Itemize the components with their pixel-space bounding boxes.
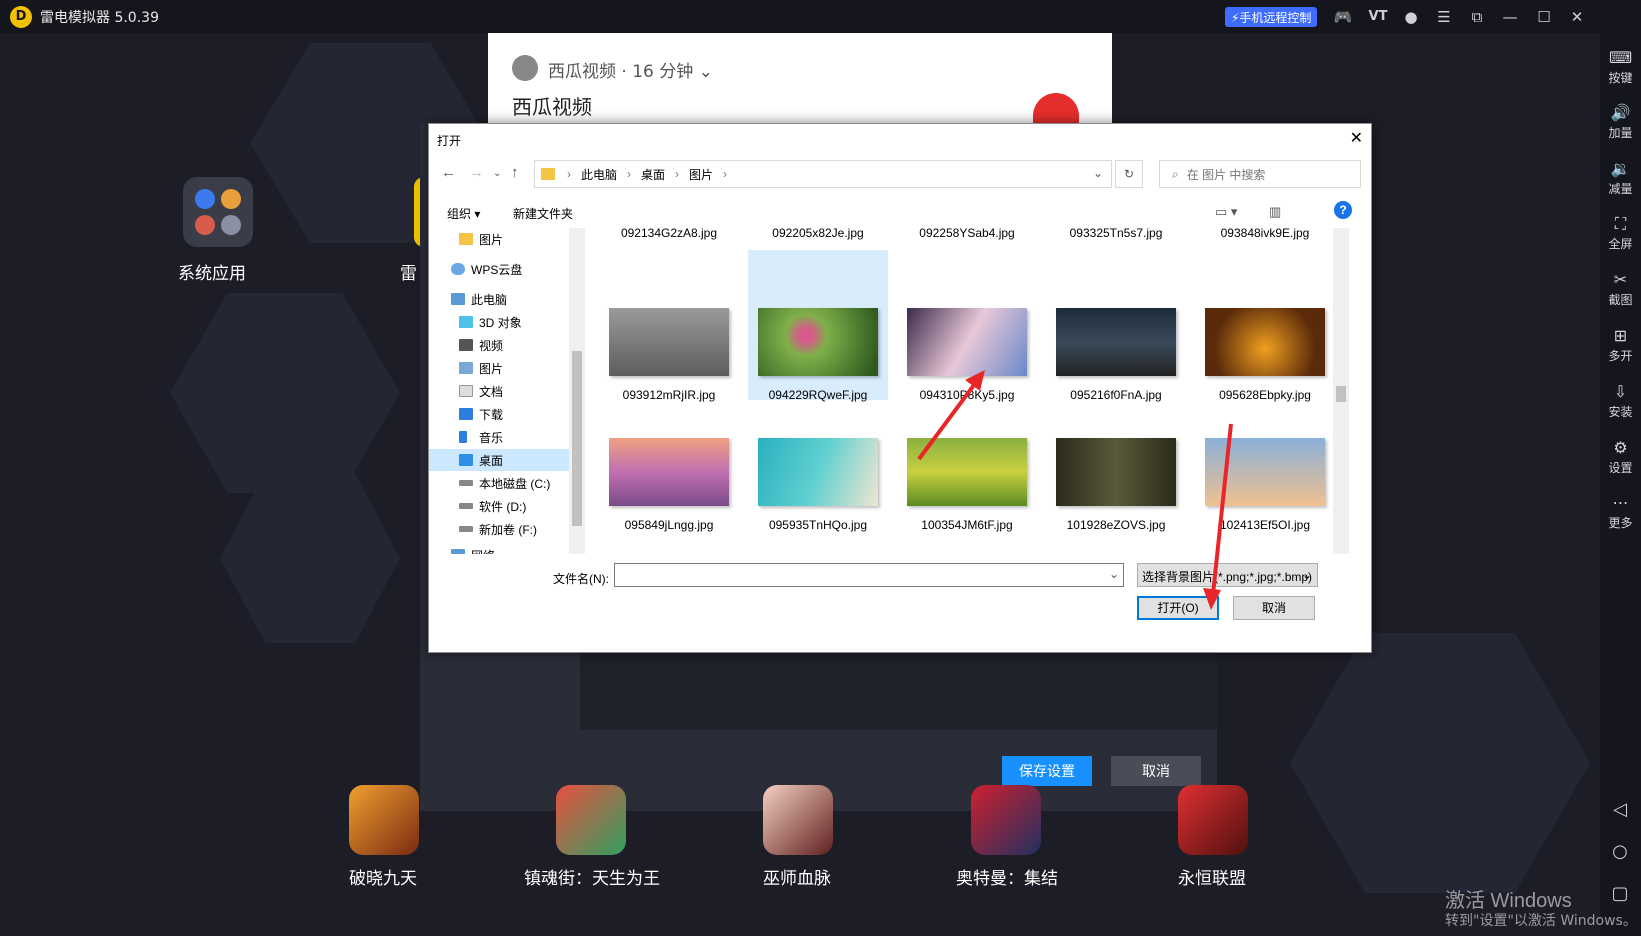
app-icon-zhenhunjie[interactable] [556, 785, 626, 855]
video-source: 西瓜视频 · 16 分钟 ⌄ [548, 62, 713, 82]
system-apps-label: 系统应用 [178, 264, 246, 284]
play-icon [512, 55, 538, 81]
sidebar-label: 更多 [1608, 516, 1633, 530]
sidebar-fullscreen[interactable]: ⛶ 全屏 [1600, 213, 1641, 252]
minimize-icon[interactable]: — [1499, 6, 1521, 28]
annotation-arrowhead [1203, 588, 1221, 610]
app-label: 破晓九天 [349, 869, 417, 889]
gamepad-icon[interactable]: 🎮 [1332, 6, 1354, 28]
sidebar-more[interactable]: ⋯ 更多 [1600, 492, 1641, 531]
app-logo-icon: D [10, 5, 32, 28]
apk-install-icon: ⇩ [1613, 382, 1628, 401]
sidebar-label: 设置 [1608, 461, 1633, 475]
sidebar-label: 按键 [1608, 71, 1633, 85]
hex-decoration [220, 473, 400, 643]
save-settings-button[interactable]: 保存设置 [1002, 756, 1092, 786]
hex-decoration [1290, 633, 1590, 893]
sidebar-label: 多开 [1608, 349, 1633, 363]
files-app-icon [195, 215, 215, 235]
fullscreen-icon: ⛶ [1614, 214, 1627, 233]
app-icon-yongheng[interactable] [1178, 785, 1248, 855]
multi-instance-icon: ⊞ [1613, 326, 1628, 345]
close-icon[interactable]: ✕ [1566, 6, 1588, 28]
settings-app-icon [195, 189, 215, 209]
more-icon: ⋯ [1612, 493, 1629, 512]
app-label: 巫师血脉 [763, 869, 831, 889]
title-bar: D 雷电模拟器 5.0.39 ⚡手机远程控制 🎮 VT ● ☰ ⧉ — ☐ ✕ [0, 0, 1641, 33]
annotation-arrows [917, 370, 1233, 610]
cancel-settings-button[interactable]: 取消 [1111, 756, 1201, 786]
activation-watermark-subtext: 转到"设置"以激活 Windows。 [1445, 913, 1637, 929]
maximize-icon[interactable]: ☐ [1533, 6, 1555, 28]
video-card[interactable]: 西瓜视频 · 16 分钟 ⌄ 西瓜视频 [488, 33, 1112, 123]
sidebar-label: 安装 [1608, 405, 1633, 419]
system-apps-folder[interactable] [183, 177, 253, 247]
app-label-partial: 雷 [400, 264, 417, 284]
menu-icon[interactable]: ☰ [1433, 6, 1455, 28]
contacts-app-icon [221, 215, 241, 235]
sidebar-label: 全屏 [1608, 237, 1633, 251]
back-icon[interactable]: ◁ [1609, 799, 1631, 821]
activation-watermark: 激活 Windows [1445, 890, 1572, 912]
remote-control-button[interactable]: ⚡手机远程控制 [1225, 7, 1318, 27]
volume-down-icon: 🔉 [1610, 159, 1631, 178]
sidebar-screenshot[interactable]: ✂ 截图 [1600, 269, 1641, 308]
sidebar-volume-up[interactable]: 🔊 加量 [1600, 102, 1641, 141]
annotation-arrow [1211, 423, 1233, 595]
browser-app-icon [221, 189, 241, 209]
record-icon [1033, 93, 1079, 123]
settings-icon: ⚙ [1613, 438, 1628, 457]
annotation-arrowhead [965, 370, 985, 391]
app-label: 永恒联盟 [1178, 869, 1246, 889]
app-label: 镇魂街：天生为王 [524, 869, 660, 889]
screenshot-icon: ✂ [1613, 270, 1628, 289]
app-icon-poxiao[interactable] [349, 785, 419, 855]
avatar-icon[interactable]: ● [1400, 6, 1422, 28]
right-toolbar: ⌨ 按键 🔊 加量 🔉 减量 ⛶ 全屏 ✂ 截图 ⊞ 多开 ⇩ 安装 ⚙ 设置 ⋯ 更多 ◁ ○ … [1600, 33, 1641, 936]
vt-indicator[interactable]: VT [1367, 6, 1389, 28]
sidebar-install[interactable]: ⇩ 安装 [1600, 381, 1641, 420]
app-icon-wushi[interactable] [763, 785, 833, 855]
home-icon[interactable]: ○ [1609, 841, 1631, 863]
sidebar-volume-down[interactable]: 🔉 减量 [1600, 158, 1641, 197]
sidebar-keys[interactable]: ⌨ 按键 [1600, 47, 1641, 86]
sidebar-multi[interactable]: ⊞ 多开 [1600, 325, 1641, 364]
restore-window-icon[interactable]: ⧉ [1466, 6, 1488, 28]
volume-up-icon: 🔊 [1610, 103, 1631, 122]
video-title: 西瓜视频 [512, 95, 592, 119]
sidebar-label: 减量 [1608, 182, 1633, 196]
open-file-dialog: 打开 ✕ ← → ⌄ ↑ › 此电脑 › 桌面 › 图片 › ⌄ ↻ ⌕ 在 图… [428, 123, 1372, 653]
annotation-arrow [917, 379, 979, 461]
sidebar-label: 截图 [1608, 293, 1633, 307]
recents-icon[interactable]: ▢ [1609, 883, 1631, 905]
settings-preview-area [580, 640, 1217, 730]
app-label: 奥特曼：集结 [956, 869, 1058, 889]
hex-decoration [170, 293, 400, 493]
keyboard-icon: ⌨ [1608, 48, 1633, 67]
sidebar-settings[interactable]: ⚙ 设置 [1600, 437, 1641, 476]
sidebar-label: 加量 [1608, 126, 1633, 140]
app-icon-ultraman[interactable] [971, 785, 1041, 855]
app-title: 雷电模拟器 5.0.39 [40, 9, 159, 26]
